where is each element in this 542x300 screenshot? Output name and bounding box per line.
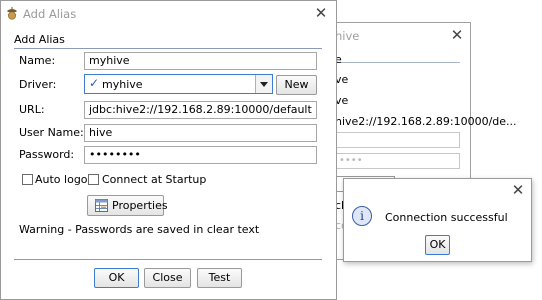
warning-text: Warning - Passwords are saved in clear t… [19, 223, 260, 236]
close-button[interactable]: Close [144, 268, 191, 288]
name-label: Name: [19, 54, 56, 67]
message-text: Connection successful [385, 211, 508, 224]
add-alias-dialog: Add Alias ✕ Add Alias Name: myhive Drive… [0, 0, 337, 300]
url-label: URL: [19, 103, 45, 116]
message-dialog: ✕ i Connection successful OK [343, 178, 532, 262]
driver-select-value: myhive [102, 78, 143, 91]
message-ok-button[interactable]: OK [425, 235, 450, 255]
driver-label: Driver: [19, 78, 57, 91]
background-window-field-1[interactable] [335, 132, 460, 148]
auto-logon-checkbox[interactable] [22, 174, 33, 185]
background-window-close-icon[interactable]: ✕ [448, 26, 466, 44]
auto-logon-label: Auto logon [35, 173, 95, 186]
connect-startup-checkbox[interactable] [88, 174, 99, 185]
properties-button-label: Properties [112, 199, 168, 212]
username-label: User Name: [19, 126, 84, 139]
connect-startup-label: Connect at Startup [102, 173, 207, 186]
url-field[interactable]: jdbc:hive2://192.168.2.89:10000/default [84, 101, 317, 119]
ok-button[interactable]: OK [94, 268, 139, 288]
triangle-down-icon[interactable] [255, 75, 272, 93]
name-field[interactable]: myhive [84, 52, 317, 70]
section-label: Add Alias [14, 33, 65, 46]
checkmark-icon: ✓ [89, 76, 100, 90]
bottom-separator [14, 259, 322, 260]
properties-button[interactable]: Properties [87, 195, 168, 216]
driver-select[interactable]: ✓ myhive [84, 74, 273, 94]
add-alias-titlebar: Add Alias ✕ [1, 1, 336, 27]
background-window-password-field[interactable]: •••• [335, 153, 460, 169]
background-window-title: hive [335, 29, 360, 43]
add-alias-title: Add Alias [23, 7, 77, 21]
password-label: Password: [19, 148, 75, 161]
username-field[interactable]: hive [84, 124, 317, 142]
background-window-password-dots: •••• [339, 155, 363, 166]
password-field[interactable]: •••••••• [84, 146, 317, 164]
new-driver-button[interactable]: New [276, 75, 317, 95]
background-window-url: hive2://192.168.2.89:10000/de... [335, 115, 517, 128]
acorn-icon [6, 6, 18, 20]
section-separator [14, 48, 322, 49]
test-button[interactable]: Test [197, 268, 242, 288]
info-icon: i [352, 206, 372, 226]
properties-table-icon [95, 199, 108, 212]
message-dialog-close-icon[interactable]: ✕ [509, 181, 527, 199]
close-icon[interactable]: ✕ [312, 4, 330, 22]
